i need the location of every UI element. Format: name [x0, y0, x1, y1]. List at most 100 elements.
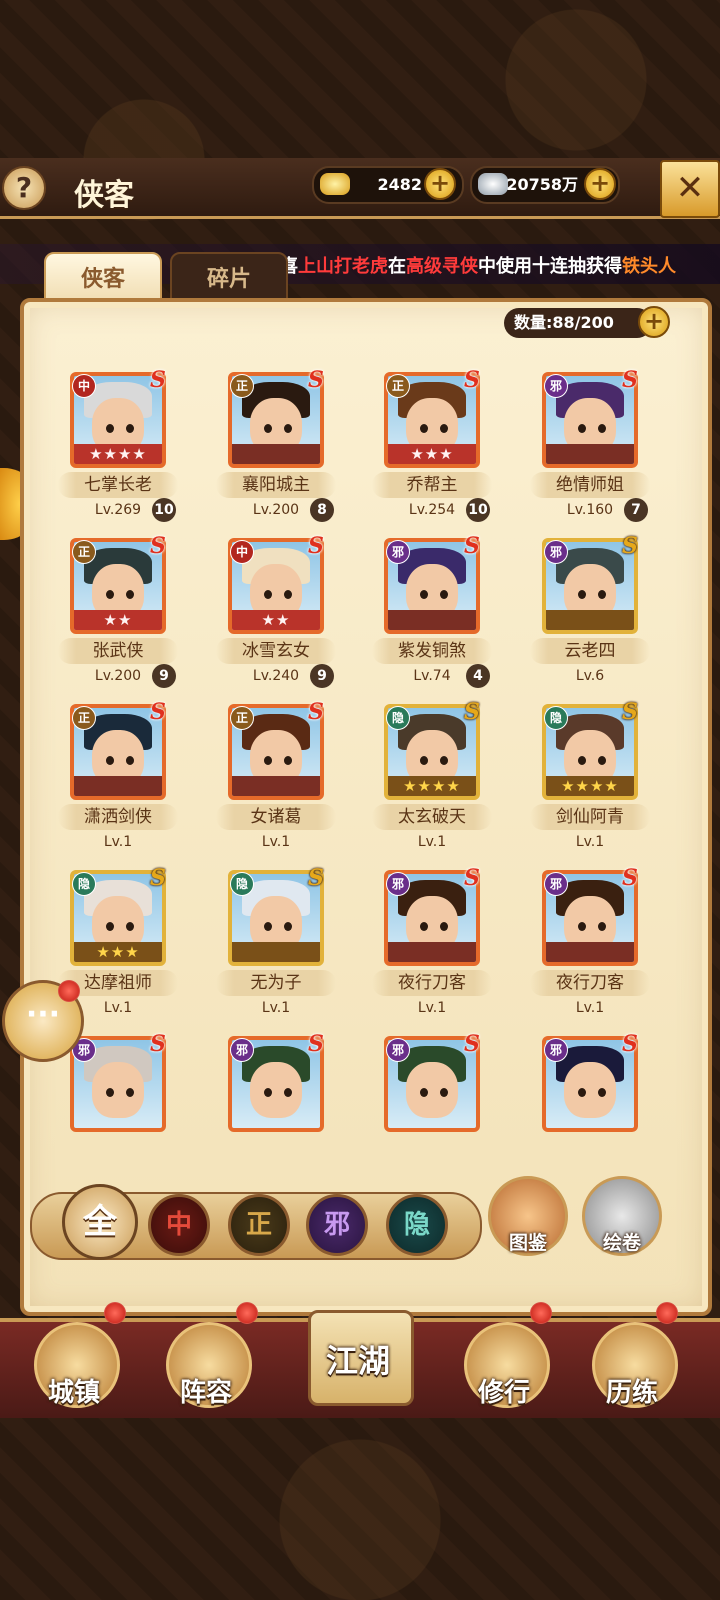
- filter-zhong[interactable]: 中: [148, 1194, 210, 1256]
- hero-name: 襄阳城主: [216, 472, 336, 498]
- silver-value: 20758万: [506, 175, 578, 194]
- hero-eye: [106, 424, 114, 433]
- hero-card[interactable]: 正 S 女诸葛 Lv.1: [216, 699, 336, 864]
- trial-notification-dot: [656, 1302, 678, 1324]
- hero-rank-badge: 9: [152, 664, 176, 688]
- hero-eye: [284, 756, 292, 765]
- hero-face: [406, 1062, 458, 1118]
- hero-card[interactable]: 邪 S 夜行刀客 Lv.1: [372, 865, 492, 1030]
- hero-stars: ★★★★: [388, 776, 476, 796]
- hero-level: Lv.1: [575, 1000, 605, 1016]
- hero-eye: [264, 1088, 272, 1097]
- filter-all[interactable]: 全: [62, 1184, 138, 1260]
- hero-eye: [126, 1088, 134, 1097]
- hero-stars: [74, 776, 162, 796]
- hero-name: 潇洒剑侠: [58, 804, 178, 830]
- hero-eye: [284, 1088, 292, 1097]
- hero-name: 乔帮主: [372, 472, 492, 498]
- hero-eye: [106, 922, 114, 931]
- hero-name: 夜行刀客: [530, 970, 650, 996]
- page-title: 侠客: [74, 178, 134, 213]
- hero-level: Lv.1: [575, 834, 605, 850]
- hero-rank-badge: 10: [152, 498, 176, 522]
- faction-badge: 隐: [544, 706, 568, 730]
- hero-card[interactable]: 邪 S 夜行刀客 Lv.1: [530, 865, 650, 1030]
- hero-eye: [106, 1088, 114, 1097]
- grade-s-icon: S: [622, 367, 638, 393]
- hero-card[interactable]: 邪 S 紫发铜煞 Lv.74 4: [372, 533, 492, 698]
- expand-capacity-button[interactable]: +: [638, 306, 670, 338]
- hero-eye: [420, 922, 428, 931]
- close-button[interactable]: ✕: [660, 160, 720, 218]
- atlas-label: 图鉴: [508, 1232, 547, 1254]
- grade-s-icon: S: [622, 699, 638, 725]
- help-button[interactable]: ?: [2, 166, 46, 210]
- filter-xie[interactable]: 邪: [306, 1194, 368, 1256]
- hero-card[interactable]: ★★★ 正 S 乔帮主 Lv.254 10: [372, 367, 492, 532]
- scroll-gallery-label: 绘卷: [602, 1232, 641, 1254]
- scroll-gallery-button[interactable]: 绘卷: [582, 1176, 662, 1256]
- silver-ingot-icon: [478, 173, 508, 195]
- grade-s-icon: S: [464, 699, 480, 725]
- hero-eye: [126, 590, 134, 599]
- nav-trial[interactable]: 历练: [584, 1318, 680, 1414]
- nav-jianghu[interactable]: 江湖: [300, 1300, 416, 1410]
- hero-name: 无为子: [216, 970, 336, 996]
- hero-eye: [284, 590, 292, 599]
- hero-card[interactable]: 邪 S 云老四 Lv.6: [530, 533, 650, 698]
- grade-s-icon: S: [464, 865, 480, 891]
- hero-stars: [546, 610, 634, 630]
- nav-training[interactable]: 修行: [456, 1318, 552, 1414]
- atlas-button[interactable]: 图鉴: [488, 1176, 568, 1256]
- hero-eye: [284, 922, 292, 931]
- hero-card[interactable]: ★★★★ 隐 S 剑仙阿青 Lv.1: [530, 699, 650, 864]
- hero-card[interactable]: ★★★★ 隐 S 太玄破天 Lv.1: [372, 699, 492, 864]
- hero-level: Lv.6: [575, 668, 605, 684]
- faction-badge: 邪: [544, 1038, 568, 1062]
- hero-rank-badge: 8: [310, 498, 334, 522]
- hero-card[interactable]: 正 S 襄阳城主 Lv.200 8: [216, 367, 336, 532]
- hero-eye: [598, 1088, 606, 1097]
- faction-badge: 邪: [544, 374, 568, 398]
- faction-badge: 邪: [386, 872, 410, 896]
- add-silver-button[interactable]: +: [584, 168, 616, 200]
- hero-card[interactable]: ★★ 正 S 张武侠 Lv.200 9: [58, 533, 178, 698]
- filter-yin[interactable]: 隐: [386, 1194, 448, 1256]
- hero-face: [564, 1062, 616, 1118]
- nav-lineup-label: 阵容: [179, 1378, 232, 1408]
- hero-card[interactable]: 正 S 潇洒剑侠 Lv.1: [58, 699, 178, 864]
- hero-card[interactable]: ★★ 中 S 冰雪玄女 Lv.240 9: [216, 533, 336, 698]
- nav-training-label: 修行: [477, 1378, 530, 1408]
- hero-eye: [126, 922, 134, 931]
- hero-card[interactable]: 隐 S 无为子 Lv.1: [216, 865, 336, 1030]
- grade-s-icon: S: [150, 533, 166, 559]
- add-gold-button[interactable]: +: [424, 168, 456, 200]
- hero-name: 太玄破天: [372, 804, 492, 830]
- hero-rank-badge: 4: [466, 664, 490, 688]
- marquee-mid: 在: [388, 256, 406, 277]
- hero-eye: [284, 424, 292, 433]
- nav-lineup[interactable]: 阵容: [158, 1318, 254, 1414]
- hero-stars: [232, 776, 320, 796]
- hero-eye: [264, 922, 272, 931]
- nav-town[interactable]: 城镇: [26, 1318, 122, 1414]
- grade-s-icon: S: [464, 533, 480, 559]
- hero-face: [92, 1062, 144, 1118]
- hero-card[interactable]: 邪 S 绝情师姐 Lv.160 7: [530, 367, 650, 532]
- faction-badge: 正: [386, 374, 410, 398]
- hero-card[interactable]: 邪S: [58, 1031, 178, 1146]
- hero-level: Lv.1: [103, 834, 133, 850]
- chat-notification-dot: [58, 980, 80, 1002]
- hero-card[interactable]: 邪S: [216, 1031, 336, 1146]
- grade-s-icon: S: [622, 1031, 638, 1057]
- hero-card[interactable]: 邪S: [530, 1031, 650, 1146]
- filter-zheng[interactable]: 正: [228, 1194, 290, 1256]
- faction-badge: 正: [230, 374, 254, 398]
- hero-card[interactable]: ★★★★ 中 S 七掌长老 Lv.269 10: [58, 367, 178, 532]
- hero-eye: [578, 424, 586, 433]
- hero-eye: [440, 424, 448, 433]
- hero-stars: [388, 610, 476, 630]
- hero-count: 数量:88/200: [504, 308, 652, 338]
- hero-card[interactable]: 邪S: [372, 1031, 492, 1146]
- hero-level: Lv.1: [261, 834, 291, 850]
